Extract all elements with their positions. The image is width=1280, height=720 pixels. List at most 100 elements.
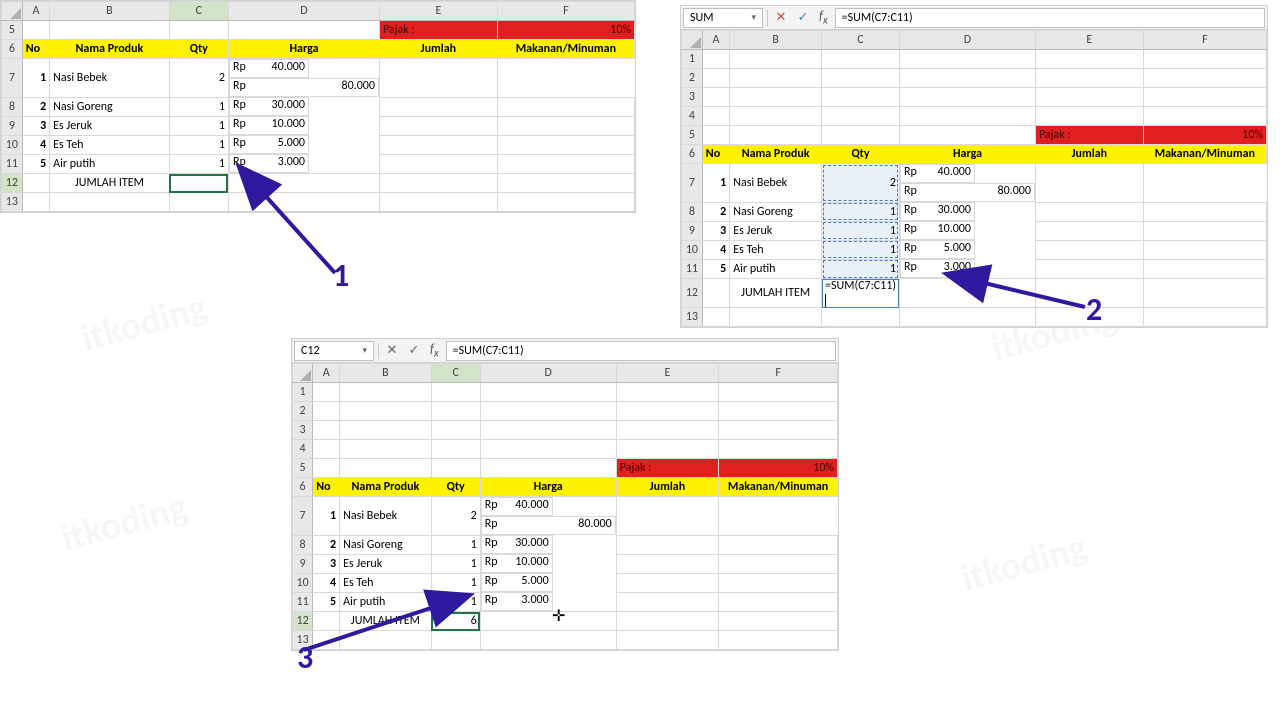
cell[interactable] xyxy=(497,97,634,116)
cell[interactable] xyxy=(379,97,497,116)
cell[interactable] xyxy=(497,135,634,154)
tax-value[interactable]: 10% xyxy=(1143,126,1266,145)
row-header-12[interactable]: 12 xyxy=(682,279,703,308)
cell[interactable] xyxy=(313,459,340,478)
cell[interactable] xyxy=(702,50,729,69)
cell[interactable] xyxy=(1035,50,1143,69)
header-makmin[interactable]: Makanan/Minuman xyxy=(719,478,838,497)
cell[interactable] xyxy=(497,193,634,212)
column-header-B[interactable]: B xyxy=(730,31,822,50)
select-all-corner[interactable] xyxy=(293,364,313,383)
cell[interactable] xyxy=(480,631,616,650)
cell[interactable] xyxy=(313,631,340,650)
tax-label[interactable]: Pajak : xyxy=(379,21,497,40)
cell[interactable] xyxy=(431,383,480,402)
row-header-6[interactable]: 6 xyxy=(293,478,313,497)
row-header-12[interactable]: 12 xyxy=(2,174,23,193)
item-no[interactable]: 4 xyxy=(313,573,340,592)
cell[interactable] xyxy=(616,497,718,536)
cell[interactable] xyxy=(1143,50,1266,69)
cell[interactable] xyxy=(313,612,340,631)
cell[interactable] xyxy=(719,612,838,631)
cell[interactable] xyxy=(379,59,497,98)
accept-formula-icon[interactable]: ✓ xyxy=(403,343,425,358)
cell[interactable] xyxy=(616,535,718,554)
cell[interactable] xyxy=(480,402,616,421)
cell[interactable] xyxy=(1035,259,1143,279)
row-header-11[interactable]: 11 xyxy=(682,259,703,279)
cell[interactable] xyxy=(340,440,432,459)
cell[interactable] xyxy=(431,421,480,440)
item-nama[interactable]: Nasi Goreng xyxy=(730,202,822,221)
column-header-F[interactable]: F xyxy=(719,364,838,383)
header-qty[interactable]: Qty xyxy=(822,145,900,164)
cell[interactable] xyxy=(1035,164,1143,203)
row-header-8[interactable]: 8 xyxy=(682,202,703,221)
cell[interactable] xyxy=(431,459,480,478)
formula-input[interactable]: =SUM(C7:C11) xyxy=(835,8,1265,28)
cell[interactable] xyxy=(822,308,900,327)
item-qty[interactable]: 1 xyxy=(822,221,900,240)
cell[interactable] xyxy=(719,383,838,402)
item-nama[interactable]: Nasi Goreng xyxy=(340,535,432,554)
cell[interactable] xyxy=(431,440,480,459)
item-nama[interactable]: Es Teh xyxy=(50,135,170,154)
header-no[interactable]: No xyxy=(702,145,729,164)
cancel-formula-icon[interactable]: ✕ xyxy=(770,10,792,25)
cell[interactable] xyxy=(719,402,838,421)
row-header-10[interactable]: 10 xyxy=(293,573,313,592)
jumlah-item-value[interactable]: =SUM(C7:C11) xyxy=(822,279,900,308)
column-header-D[interactable]: D xyxy=(899,31,1035,50)
item-nama[interactable]: Es Jeruk xyxy=(340,554,432,573)
item-harga[interactable]: Rp5.000 xyxy=(481,573,553,592)
header-harga[interactable]: Harga xyxy=(899,145,1035,164)
cell[interactable] xyxy=(822,126,900,145)
jumlah-item-label[interactable]: JUMLAH ITEM xyxy=(50,174,170,193)
item-qty[interactable]: 1 xyxy=(169,154,228,174)
cell[interactable] xyxy=(702,308,729,327)
item-nama[interactable]: Air putih xyxy=(730,259,822,279)
header-harga[interactable]: Harga xyxy=(228,40,379,59)
column-header-A[interactable]: A xyxy=(313,364,340,383)
cell[interactable] xyxy=(169,21,228,40)
column-header-A[interactable]: A xyxy=(22,2,49,21)
cell[interactable] xyxy=(899,69,1035,88)
cell[interactable] xyxy=(431,402,480,421)
row-header-9[interactable]: 9 xyxy=(682,221,703,240)
cell[interactable] xyxy=(616,402,718,421)
item-qty[interactable]: 1 xyxy=(431,554,480,573)
item-no[interactable]: 4 xyxy=(22,135,49,154)
header-harga[interactable]: Harga xyxy=(480,478,616,497)
item-no[interactable]: 1 xyxy=(22,59,49,98)
cell[interactable] xyxy=(1143,308,1266,327)
row-header-5[interactable]: 5 xyxy=(293,459,313,478)
jumlah-item-value[interactable]: 6 xyxy=(431,612,480,631)
cell[interactable] xyxy=(899,126,1035,145)
cancel-formula-icon[interactable]: ✕ xyxy=(381,343,403,358)
column-header-E[interactable]: E xyxy=(1035,31,1143,50)
cell[interactable] xyxy=(719,573,838,592)
item-qty[interactable]: 1 xyxy=(431,573,480,592)
column-header-A[interactable]: A xyxy=(702,31,729,50)
item-harga[interactable]: Rp30.000 xyxy=(481,535,553,554)
tax-label[interactable]: Pajak : xyxy=(1035,126,1143,145)
item-harga[interactable]: Rp10.000 xyxy=(229,116,309,135)
item-qty[interactable]: 1 xyxy=(169,116,228,135)
cell[interactable] xyxy=(1035,69,1143,88)
cell[interactable] xyxy=(1143,88,1266,107)
row-header-8[interactable]: 8 xyxy=(293,535,313,554)
cell[interactable] xyxy=(313,402,340,421)
cell[interactable] xyxy=(1035,240,1143,259)
cell[interactable] xyxy=(1035,202,1143,221)
cell[interactable] xyxy=(702,126,729,145)
jumlah-item-value[interactable] xyxy=(169,174,228,193)
item-nama[interactable]: Es Teh xyxy=(730,240,822,259)
header-jumlah[interactable]: Jumlah xyxy=(1035,145,1143,164)
row-header-2[interactable]: 2 xyxy=(682,69,703,88)
cell[interactable] xyxy=(497,116,634,135)
name-box[interactable]: C12▾ xyxy=(294,341,374,361)
cell[interactable] xyxy=(1143,259,1266,279)
row-header-7[interactable]: 7 xyxy=(293,497,313,536)
row-header-4[interactable]: 4 xyxy=(682,107,703,126)
cell[interactable] xyxy=(822,69,900,88)
